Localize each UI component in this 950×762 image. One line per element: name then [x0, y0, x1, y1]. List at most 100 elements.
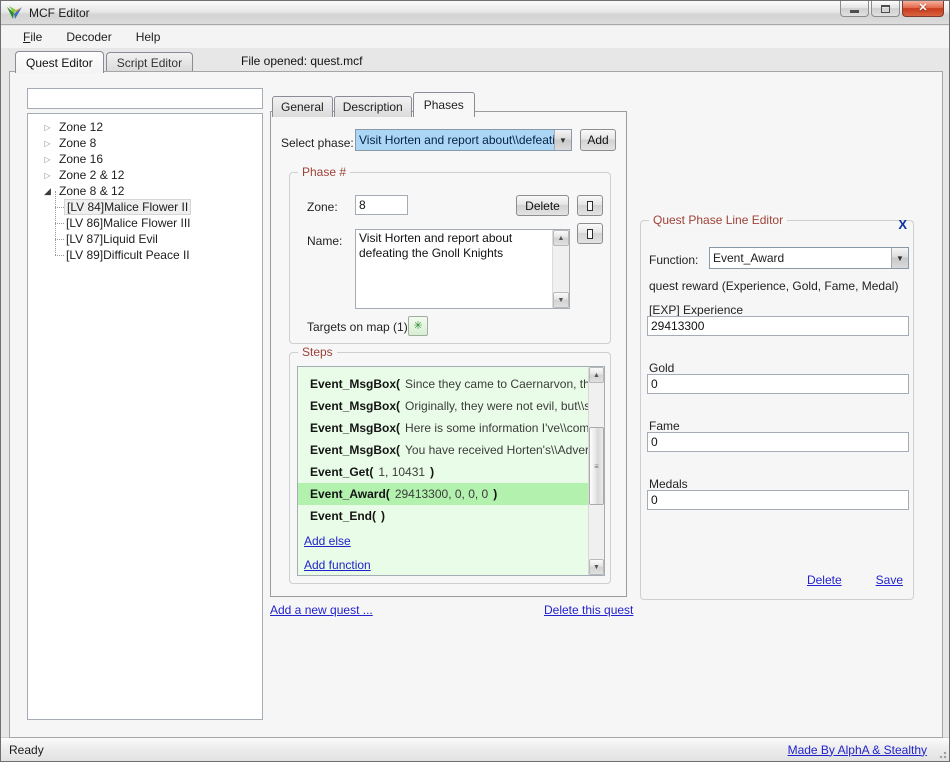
add-else-link[interactable]: Add else	[304, 534, 351, 548]
function-combobox[interactable]: Event_Award ▼	[709, 247, 909, 269]
tree-item[interactable]: ▷Zone 2 & 12	[28, 167, 262, 183]
gold-input[interactable]	[647, 374, 909, 394]
tab-phases[interactable]: Phases	[413, 92, 475, 117]
scroll-up-icon[interactable]: ▲	[589, 367, 604, 383]
phase-combobox-value: Visit Horten and report about\\defeating	[356, 130, 554, 150]
tab-description[interactable]: Description	[334, 96, 412, 117]
credit-link[interactable]: Made By AlphA & Stealthy	[788, 743, 927, 757]
step-function-name: Event_End(	[310, 509, 376, 523]
add-new-quest-link[interactable]: Add a new quest ...	[270, 603, 373, 617]
menu-decoder[interactable]: Decoder	[56, 28, 121, 46]
zone-input[interactable]	[355, 195, 408, 215]
quest-phase-line-editor: Quest Phase Line Editor X Function: Even…	[640, 220, 914, 600]
add-function-link[interactable]: Add function	[304, 558, 371, 572]
scroll-down-icon[interactable]: ▼	[553, 292, 569, 308]
experience-label: [EXP] Experience	[649, 303, 743, 317]
maximize-button[interactable]	[871, 1, 900, 17]
step-row[interactable]: Event_End()	[298, 505, 588, 527]
step-close-bracket: )	[430, 465, 434, 479]
step-function-name: Event_Award(	[310, 487, 390, 501]
tab-general[interactable]: General	[272, 96, 333, 117]
step-arguments: You have received Horten's\\Adver	[405, 443, 588, 457]
line-editor-save-link[interactable]: Save	[876, 573, 903, 587]
scroll-up-icon[interactable]: ▲	[553, 230, 569, 246]
step-function-name: Event_MsgBox(	[310, 443, 400, 457]
tree-item-label: Zone 16	[57, 152, 105, 166]
tree-item-label: Zone 8 & 12	[57, 184, 126, 198]
expand-icon[interactable]: ▷	[42, 139, 53, 148]
status-text: Ready	[9, 743, 44, 757]
tree-item[interactable]: ◢ Zone 8 & 12	[28, 183, 262, 199]
tree-item[interactable]: [LV 86]Malice Flower III	[28, 215, 262, 231]
step-row[interactable]: Event_Get( 1, 10431)	[298, 461, 588, 483]
line-editor-delete-link[interactable]: Delete	[807, 573, 842, 587]
move-phase-down-button[interactable]	[577, 223, 603, 244]
medals-input[interactable]	[647, 490, 909, 510]
function-label: Function:	[649, 253, 698, 267]
steps-list: Event_MsgBox(Since they came to Caernarv…	[297, 366, 605, 576]
chevron-down-icon[interactable]: ▼	[891, 248, 908, 268]
menu-help[interactable]: Help	[126, 28, 171, 46]
tree-item[interactable]: ▷Zone 8	[28, 135, 262, 151]
phase-groupbox-title: Phase #	[298, 165, 350, 179]
step-close-bracket: )	[381, 509, 385, 523]
scroll-down-icon[interactable]: ▼	[589, 559, 604, 575]
tree-item-label: Zone 12	[57, 120, 105, 134]
phase-name-scrollbar[interactable]: ▲ ▼	[552, 230, 569, 308]
step-row[interactable]: Event_MsgBox(Originally, they were not e…	[298, 395, 588, 417]
delete-this-quest-link[interactable]: Delete this quest	[544, 603, 633, 617]
step-arguments: 1, 10431	[378, 465, 425, 479]
tree-item-label: [LV 89]Difficult Peace II	[64, 248, 192, 262]
tab-script-editor[interactable]: Script Editor	[106, 52, 193, 73]
step-function-name: Event_MsgBox(	[310, 399, 400, 413]
select-phase-label: Select phase:	[281, 136, 354, 150]
expand-icon[interactable]: ▷	[42, 155, 53, 164]
quest-tree: ▷Zone 12▷Zone 8▷Zone 16▷Zone 2 & 12◢Zone…	[27, 113, 263, 720]
steps-groupbox-title: Steps	[298, 345, 337, 359]
scrollbar-thumb[interactable]: ≡	[589, 427, 604, 505]
menu-file[interactable]: File	[13, 28, 52, 46]
phase-select-combobox[interactable]: Visit Horten and report about\\defeating…	[355, 129, 572, 151]
step-row[interactable]: Event_Award(29413300, 0, 0, 0)	[298, 483, 588, 505]
step-function-name: Event_MsgBox(	[310, 421, 400, 435]
phase-tab-strip: General Description Phases	[272, 91, 476, 116]
move-down-icon	[587, 229, 593, 239]
step-row[interactable]: Event_MsgBox(Since they came to Caernarv…	[298, 373, 588, 395]
tab-quest-editor[interactable]: Quest Editor	[15, 51, 104, 73]
tree-item[interactable]: ▷ Zone 16	[28, 151, 262, 167]
minimize-icon	[850, 10, 859, 13]
close-line-editor-icon[interactable]: X	[898, 217, 907, 232]
resize-grip[interactable]	[937, 749, 947, 759]
file-opened-label: File opened: quest.mcf	[241, 54, 362, 68]
quest-search-input[interactable]	[27, 88, 263, 109]
tree-item[interactable]: [LV 89]Difficult Peace II	[28, 247, 262, 263]
fame-input[interactable]	[647, 432, 909, 452]
minimize-button[interactable]	[840, 1, 869, 17]
move-phase-up-button[interactable]	[577, 195, 603, 216]
tree-item[interactable]: [LV 84]Malice Flower II	[28, 199, 262, 215]
step-row[interactable]: Event_MsgBox(Here is some information I'…	[298, 417, 588, 439]
targets-on-map-label: Targets on map (1)	[307, 320, 408, 334]
expand-icon[interactable]: ▷	[42, 171, 53, 180]
phase-name-field: Visit Horten and report about defeating …	[355, 229, 570, 309]
add-phase-button[interactable]: Add	[580, 129, 616, 151]
phases-tab-page: Select phase: Visit Horten and report ab…	[270, 111, 627, 597]
steps-scrollbar[interactable]: ▲ ≡ ▼	[588, 367, 604, 575]
experience-input[interactable]	[647, 316, 909, 336]
collapse-icon[interactable]: ◢	[42, 186, 53, 197]
close-button[interactable]: ✕	[902, 1, 944, 17]
chevron-down-icon[interactable]: ▼	[554, 130, 571, 150]
expand-icon[interactable]: ▷	[42, 123, 53, 132]
tree-item-label: [LV 84]Malice Flower II	[64, 199, 191, 215]
tree-item[interactable]: ▷ Zone 12	[28, 119, 262, 135]
delete-phase-button[interactable]: Delete	[516, 195, 569, 216]
step-function-name: Event_Get(	[310, 465, 373, 479]
zone-label: Zone:	[307, 200, 338, 214]
show-targets-button[interactable]: ✳	[408, 316, 428, 336]
function-description: quest reward (Experience, Gold, Fame, Me…	[649, 279, 898, 293]
phase-name-input[interactable]: Visit Horten and report about defeating …	[356, 230, 552, 308]
phase-groupbox: Phase # Zone: Delete Name: Visit Horten …	[289, 172, 611, 344]
tree-item[interactable]: [LV 87]Liquid Evil	[28, 231, 262, 247]
step-row[interactable]: Event_MsgBox( You have received Horten's\…	[298, 439, 588, 461]
app-logo-icon	[6, 5, 23, 21]
